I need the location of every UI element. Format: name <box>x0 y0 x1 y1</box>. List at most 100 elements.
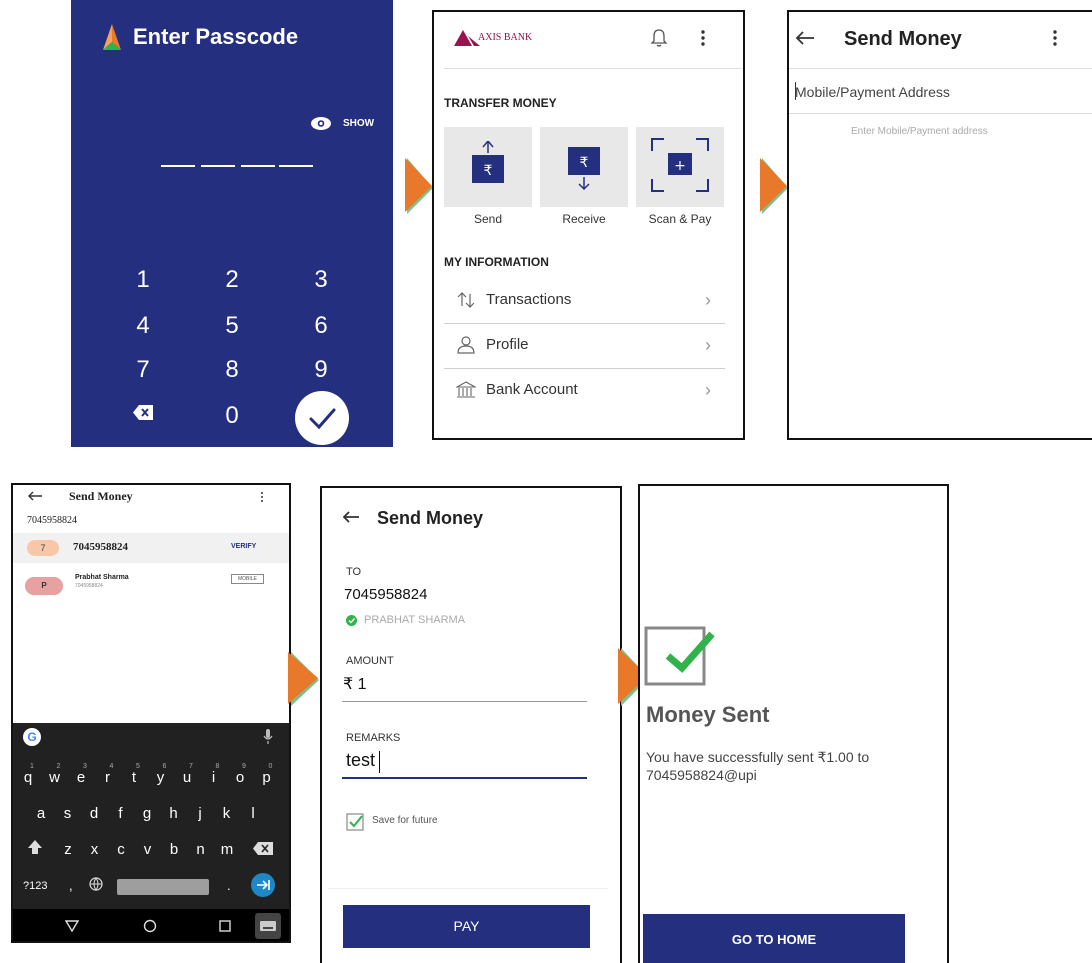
key-8[interactable]: 8 <box>212 356 252 384</box>
recents-square-icon[interactable] <box>219 920 231 932</box>
contact-row[interactable]: P Prabhat Sharma 7045958824 MOBILE <box>13 569 289 599</box>
flow-arrow <box>760 158 790 218</box>
back-arrow-icon[interactable] <box>795 30 815 46</box>
key-b[interactable]: b <box>163 841 185 858</box>
scan-pay-label: Scan & Pay <box>648 212 712 226</box>
key-hint: 1 <box>30 763 34 770</box>
key-p[interactable]: p <box>256 769 278 786</box>
passcode-digit-slot <box>201 165 235 167</box>
key-u[interactable]: u <box>176 769 198 786</box>
space-bar[interactable] <box>117 879 209 895</box>
shift-icon[interactable] <box>27 839 43 855</box>
key-a[interactable]: a <box>30 805 52 822</box>
google-icon[interactable]: G <box>23 728 41 746</box>
key-k[interactable]: k <box>216 805 238 822</box>
menu-item-transactions[interactable]: Transactions › <box>444 280 725 324</box>
show-passcode-toggle[interactable]: SHOW <box>311 116 374 132</box>
key-g[interactable]: g <box>136 805 158 822</box>
key-4[interactable]: 4 <box>123 312 163 340</box>
svg-text:₹: ₹ <box>580 155 589 171</box>
keyboard-backspace-icon[interactable] <box>253 842 273 855</box>
amount-input[interactable]: ₹ 1 <box>342 672 587 702</box>
key-e[interactable]: e <box>70 769 92 786</box>
key-m[interactable]: m <box>216 841 238 858</box>
verified-name: PRABHAT SHARMA <box>364 614 466 626</box>
more-vert-icon[interactable] <box>260 491 264 503</box>
key-hint: 9 <box>242 763 246 770</box>
key-f[interactable]: f <box>110 805 132 822</box>
save-for-future-checkbox[interactable]: Save for future <box>346 812 486 832</box>
key-q[interactable]: q <box>17 769 39 786</box>
receive-label: Receive <box>562 212 606 226</box>
page-title: Send Money <box>844 28 962 50</box>
passcode-digit-slot <box>279 165 313 167</box>
key-7[interactable]: 7 <box>123 356 163 384</box>
key-hint: 2 <box>56 763 61 770</box>
comma-key[interactable]: , <box>69 878 73 893</box>
system-nav-bar <box>13 909 289 941</box>
keyboard-switch-button[interactable] <box>255 913 281 939</box>
text-cursor <box>379 751 380 773</box>
scan-pay-tile[interactable]: + <box>636 127 724 207</box>
symbols-key[interactable]: ?123 <box>23 880 47 892</box>
back-arrow-icon[interactable] <box>27 490 43 502</box>
search-input[interactable]: 7045958824 <box>27 515 77 526</box>
more-vert-icon[interactable] <box>700 29 706 47</box>
key-9[interactable]: 9 <box>301 356 341 384</box>
backspace-icon[interactable] <box>133 405 153 420</box>
remarks-input[interactable]: test <box>342 748 587 779</box>
key-6[interactable]: 6 <box>301 312 341 340</box>
key-hint: 5 <box>136 763 140 770</box>
payment-address-input[interactable]: Mobile/Payment Address <box>789 78 1092 114</box>
microphone-icon[interactable] <box>263 729 273 745</box>
more-vert-icon[interactable] <box>1052 29 1058 47</box>
pay-button[interactable]: PAY <box>343 905 590 948</box>
key-i[interactable]: i <box>203 769 225 786</box>
bell-icon[interactable] <box>650 28 668 48</box>
key-r[interactable]: r <box>97 769 119 786</box>
key-2[interactable]: 2 <box>212 266 252 294</box>
key-1[interactable]: 1 <box>123 266 163 294</box>
menu-item-profile[interactable]: Profile › <box>444 325 725 369</box>
send-tile[interactable]: ₹ <box>444 127 532 207</box>
receive-tile[interactable]: ₹ <box>540 127 628 207</box>
key-j[interactable]: j <box>189 805 211 822</box>
key-w[interactable]: w <box>44 769 66 786</box>
key-h[interactable]: h <box>163 805 185 822</box>
key-y[interactable]: y <box>150 769 172 786</box>
go-to-home-button[interactable]: GO TO HOME <box>643 914 905 963</box>
back-triangle-icon[interactable] <box>65 920 79 932</box>
back-arrow-icon[interactable] <box>342 510 360 524</box>
enter-key[interactable] <box>251 873 275 897</box>
period-key[interactable]: . <box>227 878 231 893</box>
bhim-logo-icon <box>103 24 121 50</box>
keyboard-icon <box>260 921 276 931</box>
key-o[interactable]: o <box>229 769 251 786</box>
key-hint: 6 <box>162 763 167 770</box>
key-d[interactable]: d <box>83 805 105 822</box>
number-suggestion-row[interactable]: 7 7045958824 VERIFY <box>13 533 289 563</box>
key-v[interactable]: v <box>137 841 159 858</box>
home-circle-icon[interactable] <box>143 919 157 933</box>
key-0[interactable]: 0 <box>212 402 252 430</box>
key-c[interactable]: c <box>110 841 132 858</box>
key-3[interactable]: 3 <box>301 266 341 294</box>
key-s[interactable]: s <box>57 805 79 822</box>
key-l[interactable]: l <box>242 805 264 822</box>
flow-arrow <box>405 158 435 218</box>
key-x[interactable]: x <box>84 841 106 858</box>
key-t[interactable]: t <box>123 769 145 786</box>
key-n[interactable]: n <box>190 841 212 858</box>
contact-number: 7045958824 <box>75 583 103 589</box>
menu-item-bank-account[interactable]: Bank Account › <box>444 370 725 414</box>
submit-passcode-button[interactable] <box>295 391 349 445</box>
key-hint: 4 <box>109 763 114 770</box>
key-z[interactable]: z <box>57 841 79 858</box>
globe-icon[interactable] <box>89 877 103 891</box>
remarks-value: test <box>346 750 376 770</box>
key-hint: 3 <box>83 763 87 770</box>
verify-button[interactable]: VERIFY <box>231 543 256 550</box>
passcode-digit-slot <box>241 165 275 167</box>
key-hint: 7 <box>189 763 193 770</box>
key-5[interactable]: 5 <box>212 312 252 340</box>
